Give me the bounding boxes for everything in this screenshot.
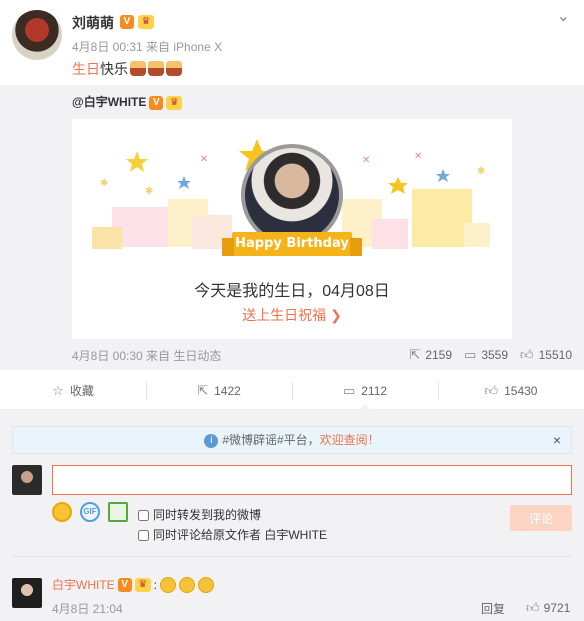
- cake-emoji-icon: [166, 61, 182, 77]
- happy-birthday-ribbon: Happy Birthday: [222, 232, 362, 256]
- comment-item: 白宇WHITE V ♛ :: [52, 576, 215, 593]
- star-icon: [126, 151, 148, 172]
- repost-checkbox[interactable]: [138, 509, 149, 521]
- verified-badge-icon[interactable]: V: [120, 14, 134, 29]
- repost-button-count: 1422: [214, 383, 241, 398]
- repost-icon: ⇱: [409, 347, 421, 362]
- post-time[interactable]: 4月8日 00:31 来自 iPhone X: [72, 38, 222, 55]
- comment-to-author-option[interactable]: 同时评论给原文作者 白宇WHITE: [138, 525, 327, 545]
- hug-emoji-icon: [198, 576, 215, 593]
- comment-button-count: 2112: [361, 383, 388, 398]
- comment-author-checkbox[interactable]: [138, 529, 149, 541]
- favorite-button[interactable]: ☆ 收藏: [0, 372, 146, 409]
- topic-link[interactable]: 生日: [72, 61, 100, 77]
- thumbs-up-icon: 👍︎: [520, 347, 534, 362]
- comment-icon: ▭: [342, 382, 356, 398]
- vip-crown-icon[interactable]: ♛: [138, 14, 154, 29]
- repost-icon: ⇱: [197, 382, 209, 398]
- smile-emoji-icon: [160, 576, 177, 593]
- cake-emoji-icon: [148, 61, 164, 77]
- cake-emoji-icon: [130, 61, 146, 77]
- commenter-avatar[interactable]: [12, 578, 42, 608]
- comment-button[interactable]: ▭ 2112: [292, 372, 438, 410]
- comment-time: 4月8日 21:04: [52, 602, 123, 616]
- repost-author-name[interactable]: @白宇WHITE: [72, 95, 146, 109]
- divider: [12, 556, 572, 557]
- reposted-content: @白宇WHITE V ♛ ✕ ✕ ✕ ✱ ✱ ✱ Happy Birthday …: [0, 85, 584, 370]
- repost-stats: ⇱ 2159 ▭ 3559 👍︎ 15510: [409, 347, 572, 363]
- reply-button[interactable]: 回复: [481, 600, 505, 617]
- rumor-notice: i #微博辟谣#平台，欢迎查阅！ ×: [12, 426, 572, 454]
- comment-like-count: 9721: [543, 601, 571, 615]
- comment-icon: ▭: [464, 347, 477, 362]
- author-avatar[interactable]: [12, 10, 62, 60]
- repost-checkbox-label: 同时转发到我的微博: [153, 508, 262, 522]
- comment-like-button[interactable]: 👍︎ 9721: [526, 600, 570, 616]
- comment-options: 同时转发到我的微博 同时评论给原文作者 白宇WHITE: [138, 505, 327, 545]
- action-bar: ☆ 收藏 ⇱ 1422 ▭ 2112 👍︎ 15430: [0, 372, 584, 410]
- notice-text: #微博辟谣#平台，: [222, 433, 320, 447]
- repost-button[interactable]: ⇱ 1422: [146, 372, 292, 409]
- star-icon: [177, 176, 191, 189]
- submit-comment-button[interactable]: 评论: [510, 505, 572, 531]
- birthday-avatar[interactable]: [241, 144, 343, 246]
- chevron-down-icon[interactable]: ⌄: [557, 6, 570, 26]
- author-badges: V ♛: [120, 14, 158, 29]
- comment-section: i #微博辟谣#平台，欢迎查阅！ × GIF 同时转发到我的微博 同时评论给原文作…: [0, 410, 584, 621]
- svg-text:✱: ✱: [145, 186, 153, 197]
- gif-icon[interactable]: GIF: [80, 502, 100, 522]
- post-text-body: 快乐: [100, 61, 128, 77]
- commenter-name[interactable]: 白宇WHITE: [52, 576, 115, 593]
- like-button-count: 15430: [504, 383, 538, 398]
- repost-count[interactable]: ⇱ 2159: [409, 347, 452, 363]
- thumbs-up-icon: 👍︎: [484, 382, 499, 398]
- svg-text:✕: ✕: [414, 151, 422, 162]
- repost-author: @白宇WHITE V ♛: [72, 93, 183, 110]
- emoji-icon[interactable]: [52, 502, 72, 522]
- post-text: 生日快乐: [72, 59, 182, 79]
- star-icon: [388, 177, 408, 194]
- birthday-card[interactable]: ✕ ✕ ✕ ✱ ✱ ✱ Happy Birthday 今天是我的生日，04月08…: [72, 119, 512, 339]
- svg-text:✕: ✕: [200, 154, 208, 165]
- image-icon[interactable]: [108, 502, 128, 522]
- info-icon: i: [204, 433, 219, 448]
- like-count[interactable]: 👍︎ 15510: [520, 347, 572, 363]
- verified-badge-icon[interactable]: V: [149, 95, 164, 110]
- vip-crown-icon[interactable]: ♛: [166, 95, 183, 110]
- repost-count-value: 2159: [425, 348, 453, 362]
- comment-author-checkbox-label: 同时评论给原文作者 白宇WHITE: [153, 528, 327, 542]
- thumbs-up-icon: 👍︎: [526, 600, 540, 615]
- cake-emoji-group: [128, 61, 182, 79]
- like-count-value: 15510: [538, 348, 572, 362]
- verified-badge-icon[interactable]: V: [117, 577, 132, 592]
- repost-to-my-weibo-option[interactable]: 同时转发到我的微博: [138, 505, 327, 525]
- smile-emoji-icon: [179, 576, 196, 593]
- author-name[interactable]: 刘萌萌: [72, 13, 114, 33]
- comment-colon: :: [153, 577, 158, 592]
- star-icon: [436, 169, 450, 182]
- comment-tools: GIF: [52, 502, 128, 522]
- star-outline-icon: ☆: [52, 382, 64, 398]
- birthday-title: 今天是我的生日，04月08日: [194, 283, 390, 300]
- weibo-post: 刘萌萌 V ♛ ⌄ 4月8日 00:31 来自 iPhone X 生日快乐 @白宇…: [0, 0, 584, 372]
- comment-count[interactable]: ▭ 3559: [464, 347, 508, 363]
- svg-text:✱: ✱: [477, 166, 485, 177]
- svg-text:✱: ✱: [100, 178, 108, 189]
- like-button[interactable]: 👍︎ 15430: [438, 372, 584, 409]
- current-user-avatar[interactable]: [12, 465, 42, 495]
- send-wishes-link[interactable]: 送上生日祝福 ❯: [72, 305, 512, 325]
- close-icon[interactable]: ×: [553, 427, 561, 453]
- svg-text:✕: ✕: [362, 155, 370, 166]
- repost-meta[interactable]: 4月8日 00:30 来自 生日动态: [72, 347, 221, 364]
- notice-link[interactable]: 欢迎查阅！: [320, 433, 380, 447]
- favorite-label: 收藏: [69, 384, 94, 398]
- comment-count-value: 3559: [481, 348, 509, 362]
- vip-crown-icon[interactable]: ♛: [134, 577, 151, 592]
- comment-input[interactable]: [52, 465, 572, 495]
